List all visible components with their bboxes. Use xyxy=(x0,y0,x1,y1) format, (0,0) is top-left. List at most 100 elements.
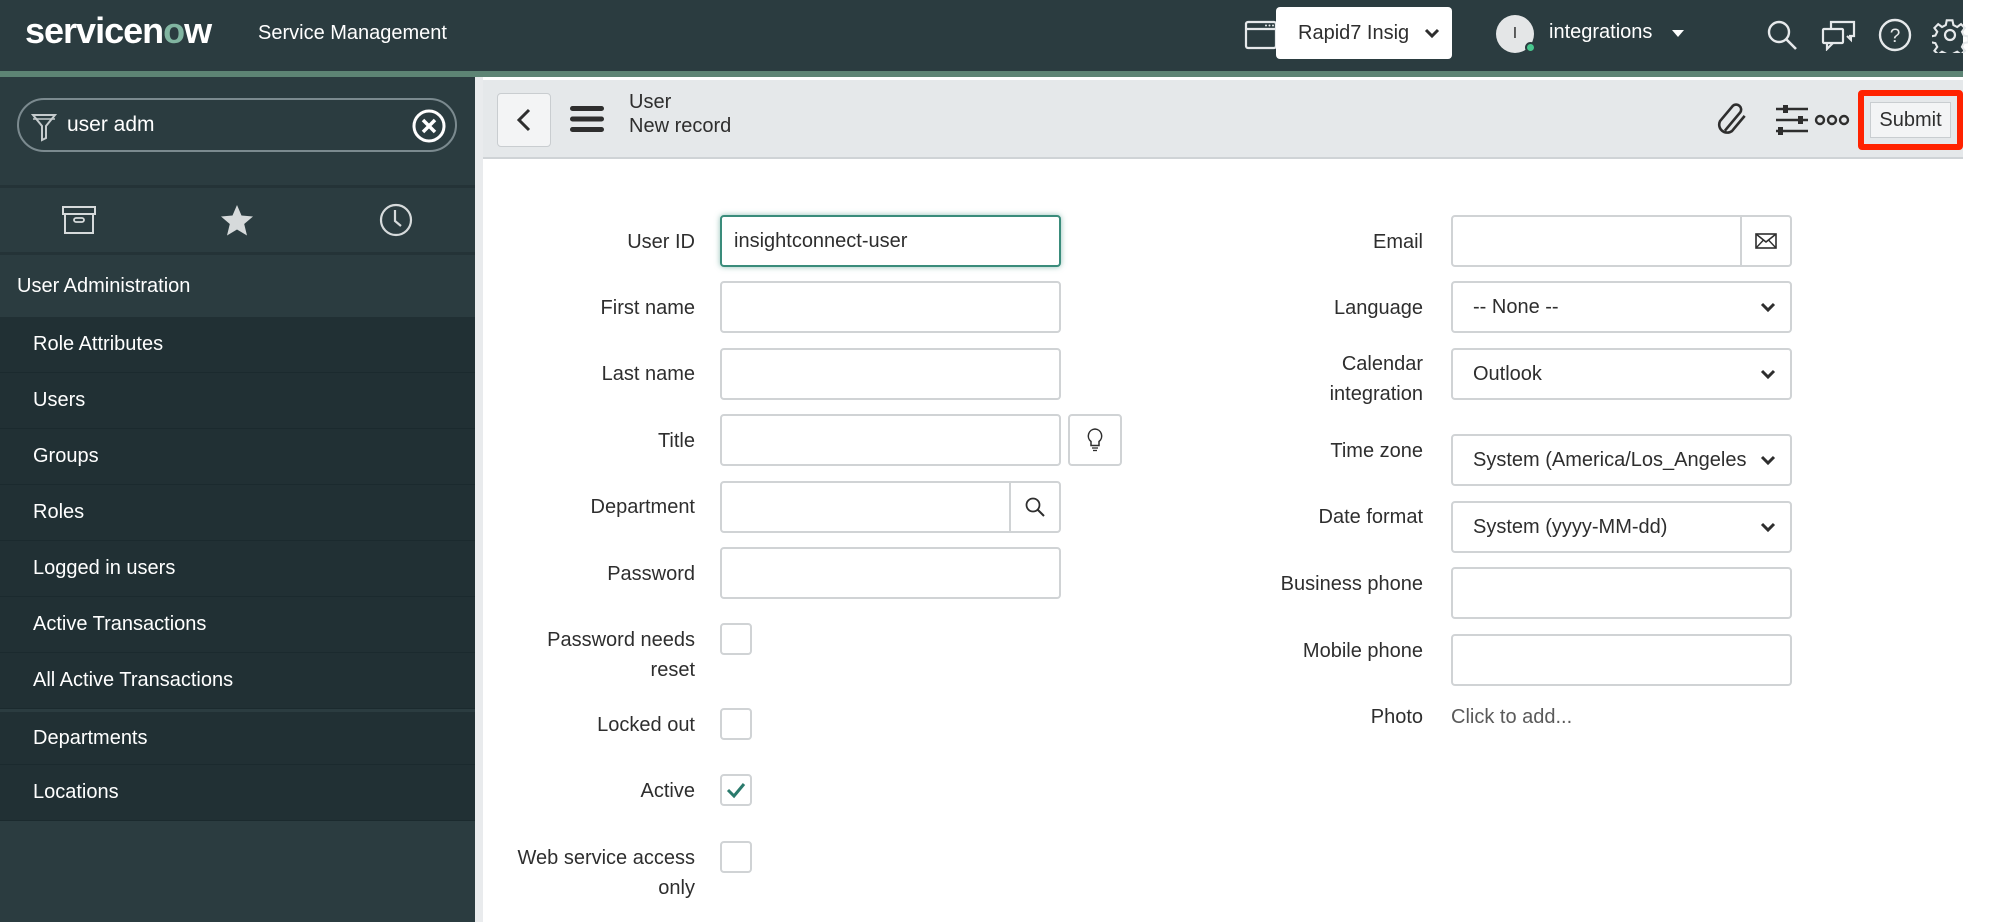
password-needs-reset-checkbox[interactable] xyxy=(720,623,752,655)
label-line: Calendar xyxy=(1341,353,1423,375)
gear-icon[interactable] xyxy=(1929,14,1971,56)
time-zone-value: System (America/Los_Angeles xyxy=(1473,448,1747,471)
sidebar-module-list: Role Attributes Users Groups Roles Logge… xyxy=(0,317,475,821)
title-suggestion-button[interactable] xyxy=(1068,414,1122,466)
chevron-down-icon xyxy=(1760,302,1776,313)
lightbulb-icon xyxy=(1087,428,1103,452)
sidebar-section-user-administration[interactable]: User Administration xyxy=(0,257,475,315)
caret-down-icon[interactable] xyxy=(1672,30,1684,37)
title-input[interactable] xyxy=(720,414,1061,466)
label-line: Web service access xyxy=(517,847,695,869)
servicenow-logo[interactable]: servicenow xyxy=(25,10,212,52)
hamburger-menu-icon[interactable] xyxy=(570,105,604,138)
tab-history[interactable] xyxy=(317,188,475,252)
archive-icon xyxy=(62,206,97,234)
navigator-divider xyxy=(475,77,483,922)
locked-out-checkbox[interactable] xyxy=(720,708,752,740)
password-input[interactable] xyxy=(720,547,1061,599)
sidebar-item-active-transactions[interactable]: Active Transactions xyxy=(0,597,475,653)
chevron-down-icon xyxy=(1760,455,1776,466)
language-select-value: -- None -- xyxy=(1473,295,1559,318)
submit-button[interactable]: Submit xyxy=(1870,102,1951,138)
presence-indicator xyxy=(1525,42,1536,53)
calendar-integration-select[interactable]: Outlook xyxy=(1451,348,1792,400)
submit-highlight-outline: Submit xyxy=(1858,90,1963,150)
user-avatar[interactable]: I xyxy=(1496,15,1536,53)
locked-out-label: Locked out xyxy=(597,714,695,736)
label-line: Password needs xyxy=(547,629,695,651)
photo-upload-link[interactable]: Click to add... xyxy=(1451,706,1572,729)
avatar-initial: I xyxy=(1512,25,1518,42)
search-icon[interactable] xyxy=(1761,14,1803,56)
user-menu[interactable]: integrations xyxy=(1549,21,1652,44)
sidebar-item-groups[interactable]: Groups xyxy=(0,429,475,485)
chevron-down-icon xyxy=(1424,28,1440,39)
department-label: Department xyxy=(590,496,696,518)
chat-icon[interactable] xyxy=(1818,14,1860,56)
user-id-input[interactable]: insightconnect-user xyxy=(720,215,1061,267)
department-input[interactable] xyxy=(720,481,1011,533)
record-state: New record xyxy=(629,115,732,137)
application-navigator: user adm User Administration Role Attrib… xyxy=(0,77,475,922)
last-name-label: Last name xyxy=(601,363,695,385)
tab-all-applications[interactable] xyxy=(0,188,158,252)
first-name-input[interactable] xyxy=(720,281,1061,333)
sidebar-item-departments[interactable]: Departments xyxy=(0,709,475,765)
sidebar-item-role-attributes[interactable]: Role Attributes xyxy=(0,317,475,373)
language-select[interactable]: -- None -- xyxy=(1451,281,1792,333)
label-line: reset xyxy=(650,659,695,681)
form-content-area: User New record Submit User ID insightco… xyxy=(483,77,1963,922)
active-label: Active xyxy=(640,780,695,802)
sidebar-item-all-active-transactions[interactable]: All Active Transactions xyxy=(0,653,475,709)
last-name-input[interactable] xyxy=(720,348,1061,400)
logo-text: servicen xyxy=(25,10,164,51)
business-phone-input[interactable] xyxy=(1451,567,1792,619)
photo-label: Photo xyxy=(1370,706,1423,728)
calendar-integration-value: Outlook xyxy=(1473,362,1542,385)
more-options-icon[interactable] xyxy=(1810,98,1854,142)
send-email-button[interactable] xyxy=(1740,215,1792,267)
application-scope-select[interactable]: Rapid7 Insig xyxy=(1276,7,1452,59)
logo-text-end: w xyxy=(184,10,212,51)
record-title: User New record xyxy=(629,90,731,138)
tab-favorites[interactable] xyxy=(158,188,316,252)
business-phone-label: Business phone xyxy=(1280,573,1423,595)
app-name: Service Management xyxy=(258,22,447,44)
chevron-left-icon xyxy=(516,108,531,132)
envelope-icon xyxy=(1755,233,1777,249)
star-icon xyxy=(221,205,254,236)
search-icon xyxy=(1025,497,1045,517)
date-format-value: System (yyyy-MM-dd) xyxy=(1473,515,1668,538)
email-label: Email xyxy=(1372,231,1423,253)
sidebar-item-locations[interactable]: Locations xyxy=(0,765,475,821)
date-format-select[interactable]: System (yyyy-MM-dd) xyxy=(1451,501,1792,553)
calendar-integration-label: Calendar integration xyxy=(1243,349,1423,409)
back-button[interactable] xyxy=(497,93,551,147)
filter-value: user adm xyxy=(67,113,155,136)
paperclip-icon[interactable] xyxy=(1710,98,1754,142)
password-label: Password xyxy=(607,563,695,585)
sidebar-item-roles[interactable]: Roles xyxy=(0,485,475,541)
sidebar-item-users[interactable]: Users xyxy=(0,373,475,429)
personalize-form-icon[interactable] xyxy=(1770,98,1814,142)
top-nav-bar: servicenow Service Management Rapid7 Ins… xyxy=(0,0,1968,71)
time-zone-label: Time zone xyxy=(1330,440,1423,462)
table-name: User xyxy=(629,91,672,113)
user-id-label: User ID xyxy=(627,231,695,253)
department-lookup-button[interactable] xyxy=(1009,481,1061,533)
time-zone-select[interactable]: System (America/Los_Angeles xyxy=(1451,434,1792,486)
help-icon[interactable]: ? xyxy=(1874,14,1916,56)
web-service-access-only-checkbox[interactable] xyxy=(720,841,752,873)
checkmark-icon xyxy=(726,783,746,799)
logo-o: o xyxy=(163,10,185,51)
scope-select-value: Rapid7 Insig xyxy=(1298,21,1410,44)
mobile-phone-input[interactable] xyxy=(1451,634,1792,686)
filter-icon xyxy=(31,114,57,142)
navigator-filter-input[interactable]: user adm xyxy=(17,98,457,152)
record-header: User New record Submit xyxy=(483,80,1963,159)
email-input[interactable] xyxy=(1451,215,1742,267)
clear-filter-icon[interactable] xyxy=(411,108,447,144)
active-checkbox[interactable] xyxy=(720,774,752,806)
sidebar-item-logged-in-users[interactable]: Logged in users xyxy=(0,541,475,597)
password-needs-reset-label: Password needs reset xyxy=(483,625,695,685)
